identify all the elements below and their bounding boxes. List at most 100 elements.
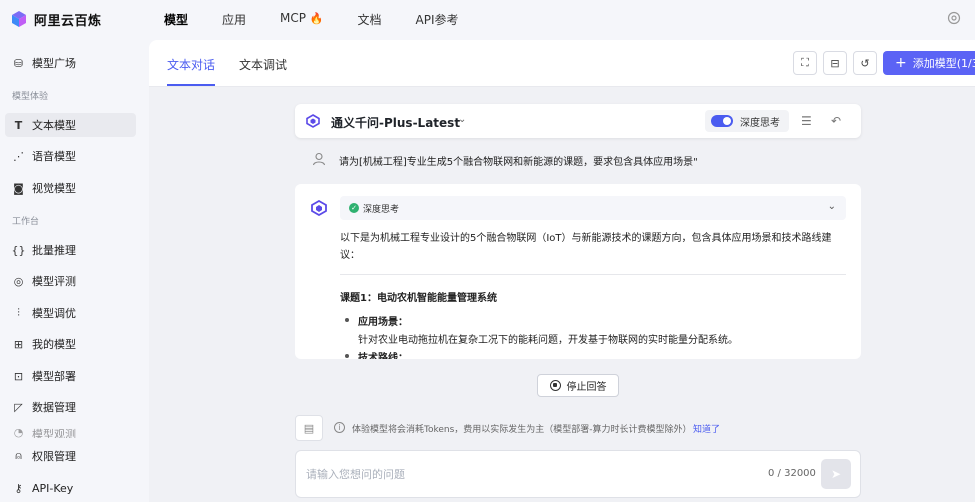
info-icon: i xyxy=(334,422,345,433)
main-header: 文本对话 文本调试 ⛶ ⊟ ↺ + 添加模型(1/3) xyxy=(149,40,975,87)
assistant-message-card: ✓ 深度思考 ⌄ 以下是为机械工程专业设计的5个融合物联网（IoT）与新能源技术… xyxy=(295,184,861,359)
sidebar-item-my-models[interactable]: ⊞ 我的模型 xyxy=(5,332,136,356)
sidebar-section-experience: 模型体验 xyxy=(12,92,49,102)
sidebar: ⛁ 模型广场 模型体验 T 文本模型 ⋰ 语音模型 ◙ 视觉模型 工作台 {} … xyxy=(0,38,149,502)
sidebar-item-vision-model[interactable]: ◙ 视觉模型 xyxy=(5,176,136,200)
stop-answer-label: 停止回答 xyxy=(566,382,607,393)
sidebar-item-model-eval[interactable]: ◎ 模型评测 xyxy=(5,269,136,293)
top-nav: 模型 应用 MCP 🔥 文档 API参考 xyxy=(164,11,493,28)
sidebar-item-label: 模型评测 xyxy=(32,275,76,288)
send-plane-icon: ➤ xyxy=(830,467,842,481)
chevron-down-icon[interactable]: ⌄ xyxy=(458,114,466,125)
qwen-logo-icon xyxy=(306,114,320,128)
sidebar-item-api-key[interactable]: ⚷ API-Key xyxy=(5,476,136,500)
camera-icon: ◙ xyxy=(13,181,24,195)
compass-icon: ◎ xyxy=(13,274,24,288)
sidebar-item-text-model[interactable]: T 文本模型 xyxy=(5,113,136,137)
key-icon: ⚷ xyxy=(14,481,23,495)
settings-gear-icon[interactable] xyxy=(947,11,961,25)
sidebar-item-label: 模型调优 xyxy=(32,307,76,320)
sidebar-item-label: 权限管理 xyxy=(32,450,76,463)
sidebar-item-label: 语音模型 xyxy=(32,150,76,163)
divider xyxy=(340,274,846,275)
brackets-icon: {} xyxy=(11,243,26,257)
add-model-button[interactable]: + 添加模型(1/3) xyxy=(883,51,975,75)
document-icon: ▤ xyxy=(303,421,315,435)
deep-think-toggle[interactable]: 深度思考 xyxy=(705,110,789,132)
bullet-dot xyxy=(345,318,349,322)
check-circle-icon: ✓ xyxy=(349,203,359,213)
sidebar-item-permission[interactable]: ⍝ 权限管理 xyxy=(5,444,136,468)
stop-answer-button[interactable]: 停止回答 xyxy=(537,374,619,397)
sidebar-item-label: API-Key xyxy=(32,481,74,495)
grid-icon: ⊞ xyxy=(13,337,24,351)
chevron-down-icon[interactable]: ⌄ xyxy=(828,201,836,212)
user-message: 请为[机械工程]专业生成5个融合物联网和新能源的课题，要求包含具体应用场景" xyxy=(339,157,698,168)
bullet-label: 技术路线： xyxy=(358,353,408,359)
topic-title: 课题1：电动农机智能能量管理系统 xyxy=(340,293,497,304)
bullet-description: 针对农业电动拖拉机在复杂工况下的能耗问题，开发基于物联网的实时能量分配系统。 xyxy=(358,335,738,346)
cube-stack-icon: ⛁ xyxy=(13,56,24,70)
undo-icon[interactable]: ↶ xyxy=(831,114,841,128)
nav-model[interactable]: 模型 xyxy=(164,11,188,28)
main-panel: 文本对话 文本调试 ⛶ ⊟ ↺ + 添加模型(1/3) 通义千问-Plus-La… xyxy=(149,40,975,502)
sidebar-item-label: 视觉模型 xyxy=(32,182,76,195)
waveform-icon: ⋰ xyxy=(13,149,24,163)
sidebar-section-workbench: 工作台 xyxy=(12,217,40,227)
sidebar-item-label: 我的模型 xyxy=(32,338,76,351)
sidebar-item-label: 模型观测 xyxy=(32,428,76,438)
sidebar-item-label: 数据管理 xyxy=(32,401,76,414)
sidebar-item-model-tuning[interactable]: ⫶ 模型调优 xyxy=(5,301,136,325)
document-button[interactable]: ▤ xyxy=(295,415,323,441)
toggle-switch[interactable] xyxy=(711,115,733,127)
sidebar-item-model-deploy[interactable]: ⊡ 模型部署 xyxy=(5,364,136,388)
observe-icon: ◔ xyxy=(13,426,24,438)
active-tab-indicator xyxy=(167,84,215,86)
sliders-icon: ⫶ xyxy=(17,306,20,319)
answer-intro: 以下是为机械工程专业设计的5个融合物联网（IoT）与新能源技术的课题方向，包含具… xyxy=(340,233,832,261)
nav-api-reference[interactable]: API参考 xyxy=(416,11,459,28)
text-t-icon: T xyxy=(14,118,23,132)
sidebar-item-model-observe[interactable]: ◔ 模型观测 xyxy=(5,426,136,438)
toolbox-button[interactable]: ⊟ xyxy=(823,51,847,75)
tab-text-chat[interactable]: 文本对话 xyxy=(167,56,215,73)
fullscreen-button[interactable]: ⛶ xyxy=(793,51,817,75)
plus-icon: + xyxy=(895,55,907,71)
sidebar-item-label: 批量推理 xyxy=(32,244,76,257)
user-avatar-icon xyxy=(312,152,326,166)
sidebar-item-voice-model[interactable]: ⋰ 语音模型 xyxy=(5,144,136,168)
stop-circle-icon xyxy=(549,380,561,391)
model-selector-card: 通义千问-Plus-Latest ⌄ 深度思考 ☰ ↶ xyxy=(295,104,861,138)
tab-text-debug[interactable]: 文本调试 xyxy=(239,56,287,73)
settings-sliders-icon[interactable]: ☰ xyxy=(801,114,812,128)
nav-mcp[interactable]: MCP 🔥 xyxy=(280,11,324,28)
brand-logo[interactable]: 阿里云百炼 xyxy=(10,10,150,29)
nav-mcp-label: MCP xyxy=(280,10,306,25)
history-button[interactable]: ↺ xyxy=(853,51,877,75)
sidebar-item-batch-inference[interactable]: {} 批量推理 xyxy=(5,238,136,262)
sidebar-item-label: 文本模型 xyxy=(32,119,76,132)
toolbox-icon: ⊟ xyxy=(830,56,840,70)
notice-dismiss-link[interactable]: 知道了 xyxy=(693,422,720,435)
assistant-logo-icon xyxy=(311,200,327,216)
top-bar: 阿里云百炼 模型 应用 MCP 🔥 文档 API参考 xyxy=(0,0,975,38)
model-name[interactable]: 通义千问-Plus-Latest xyxy=(331,114,460,131)
send-button[interactable]: ➤ xyxy=(821,459,851,489)
history-icon: ↺ xyxy=(860,56,870,70)
deep-think-label: 深度思考 xyxy=(740,117,780,129)
nav-app[interactable]: 应用 xyxy=(222,11,246,28)
brand-name: 阿里云百炼 xyxy=(34,13,102,29)
sidebar-item-model-square[interactable]: ⛁ 模型广场 xyxy=(5,51,136,75)
chat-input-box: 0 / 32000 ➤ xyxy=(295,450,861,498)
user-icon: ⍝ xyxy=(15,449,22,462)
sidebar-item-label: 模型广场 xyxy=(32,57,76,70)
nav-docs[interactable]: 文档 xyxy=(358,11,382,28)
add-model-label: 添加模型(1/3) xyxy=(912,57,975,70)
sidebar-item-data-manage[interactable]: ◸ 数据管理 xyxy=(5,395,136,419)
deep-think-panel-label: 深度思考 xyxy=(363,205,400,215)
deep-think-panel[interactable]: ✓ 深度思考 ⌄ xyxy=(340,196,846,220)
chart-icon: ◸ xyxy=(14,400,23,414)
flame-icon: 🔥 xyxy=(309,11,324,25)
brand-cube-icon xyxy=(12,11,26,27)
chat-input[interactable] xyxy=(306,465,706,483)
